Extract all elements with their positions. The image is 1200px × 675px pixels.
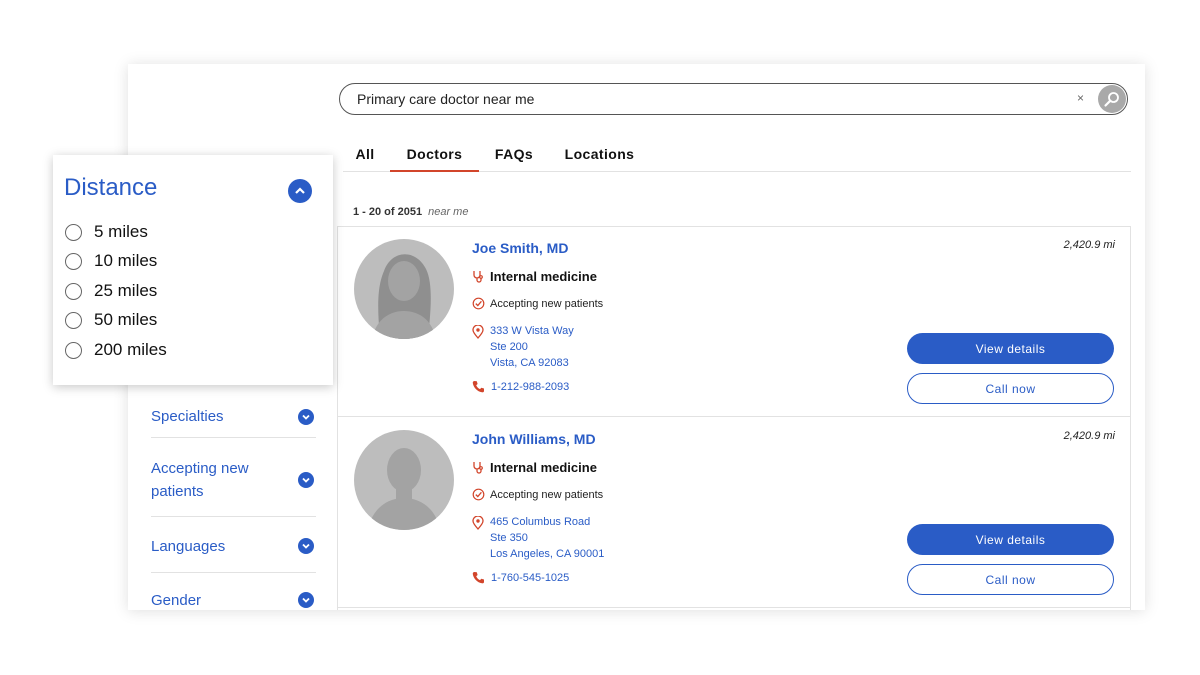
tab-all[interactable]: All — [352, 146, 378, 172]
address-line-3: Vista, CA 92083 — [490, 357, 569, 369]
phone-icon — [472, 381, 484, 393]
filter-gender[interactable]: Gender — [151, 577, 316, 610]
radio-button[interactable] — [65, 341, 82, 359]
radio-button[interactable] — [65, 311, 82, 329]
phone-number: 1-760-545-1025 — [491, 571, 570, 584]
doctor-address-link[interactable]: 333 W Vista Way Ste 200 Vista, CA 92083 — [472, 323, 574, 371]
view-details-button[interactable]: View details — [907, 333, 1114, 364]
search-bar: × — [339, 83, 1128, 115]
search-icon — [1104, 92, 1119, 107]
tab-doctors[interactable]: Doctors — [390, 146, 479, 172]
results-count: 1 - 20 of 2051 near me — [353, 206, 468, 218]
check-circle-icon — [472, 488, 485, 501]
specialty-label: Internal medicine — [490, 269, 597, 284]
accepting-status: Accepting new patients — [472, 488, 603, 501]
chevron-down-icon — [298, 592, 314, 608]
filter-accepting-new-patients[interactable]: Accepting new patients — [151, 443, 316, 517]
doctor-card: John Williams, MD 2,420.9 mi Internal me… — [338, 418, 1130, 608]
collapse-distance-button[interactable] — [288, 179, 312, 203]
chevron-down-icon — [298, 408, 314, 425]
chevron-up-icon — [295, 187, 305, 194]
view-details-button[interactable]: View details — [907, 524, 1114, 555]
chevron-down-icon — [298, 471, 314, 488]
clear-icon[interactable]: × — [1077, 91, 1084, 105]
accepting-label: Accepting new patients — [490, 488, 604, 501]
doctor-phone-link[interactable]: 1-212-988-2093 — [472, 380, 569, 393]
doctor-address-link[interactable]: 465 Columbus Road Ste 350 Los Angeles, C… — [472, 514, 604, 562]
doctor-specialty: Internal medicine — [472, 269, 597, 284]
distance-filter-title: Distance — [64, 174, 158, 201]
tab-faqs[interactable]: FAQs — [491, 146, 537, 172]
doctor-card: Joe Smith, MD 2,420.9 mi Internal medici… — [338, 227, 1130, 417]
search-input[interactable] — [357, 84, 1057, 114]
distance-option-200[interactable]: 200 miles — [65, 340, 167, 360]
phone-number: 1-212-988-2093 — [491, 380, 570, 393]
radio-button[interactable] — [65, 223, 82, 241]
address-line-2: Ste 350 — [490, 532, 528, 544]
filter-languages[interactable]: Languages — [151, 520, 316, 573]
location-pin-icon — [472, 516, 484, 530]
doctor-distance: 2,420.9 mi — [1063, 239, 1115, 251]
avatar — [354, 430, 454, 530]
distance-filter-panel: Distance 5 miles 10 miles 25 miles 50 mi… — [53, 155, 333, 385]
phone-icon — [472, 572, 484, 584]
address-line-1: 333 W Vista Way — [490, 325, 574, 337]
results-location: near me — [428, 206, 469, 218]
tab-locations[interactable]: Locations — [562, 146, 637, 172]
check-circle-icon — [472, 297, 485, 310]
radio-button[interactable] — [65, 282, 82, 300]
radio-button[interactable] — [65, 252, 82, 270]
specialty-label: Internal medicine — [490, 460, 597, 475]
results-list: Joe Smith, MD 2,420.9 mi Internal medici… — [337, 226, 1131, 610]
chevron-down-icon — [298, 538, 314, 554]
search-button[interactable] — [1098, 85, 1126, 113]
accepting-label: Accepting new patients — [490, 297, 604, 310]
results-range: 1 - 20 of 2051 — [353, 206, 423, 218]
distance-option-50[interactable]: 50 miles — [65, 310, 157, 330]
address-line-2: Ste 200 — [490, 341, 528, 353]
filter-gender-label: Gender — [151, 591, 202, 609]
call-now-button[interactable]: Call now — [907, 373, 1114, 404]
doctor-name-link[interactable]: John Williams, MD — [472, 431, 596, 447]
filter-specialties[interactable]: Specialties — [151, 396, 316, 438]
stethoscope-icon — [473, 271, 483, 283]
doctor-name-link[interactable]: Joe Smith, MD — [472, 240, 568, 256]
doctor-phone-link[interactable]: 1-760-545-1025 — [472, 571, 569, 584]
avatar — [354, 239, 454, 339]
doctor-distance: 2,420.9 mi — [1063, 430, 1115, 442]
address-line-3: Los Angeles, CA 90001 — [490, 548, 605, 560]
doctor-specialty: Internal medicine — [472, 460, 597, 475]
address-line-1: 465 Columbus Road — [490, 516, 591, 528]
distance-option-25[interactable]: 25 miles — [65, 281, 157, 301]
call-now-button[interactable]: Call now — [907, 564, 1114, 595]
distance-option-10[interactable]: 10 miles — [65, 251, 157, 271]
location-pin-icon — [472, 325, 484, 339]
filter-accepting-label: Accepting new patients — [151, 459, 249, 500]
distance-option-5[interactable]: 5 miles — [65, 222, 148, 242]
accepting-status: Accepting new patients — [472, 297, 603, 310]
result-tabs: All Doctors FAQs Locations — [343, 146, 1131, 172]
filter-specialties-label: Specialties — [151, 408, 224, 425]
stethoscope-icon — [473, 462, 483, 474]
filter-languages-label: Languages — [151, 537, 226, 555]
